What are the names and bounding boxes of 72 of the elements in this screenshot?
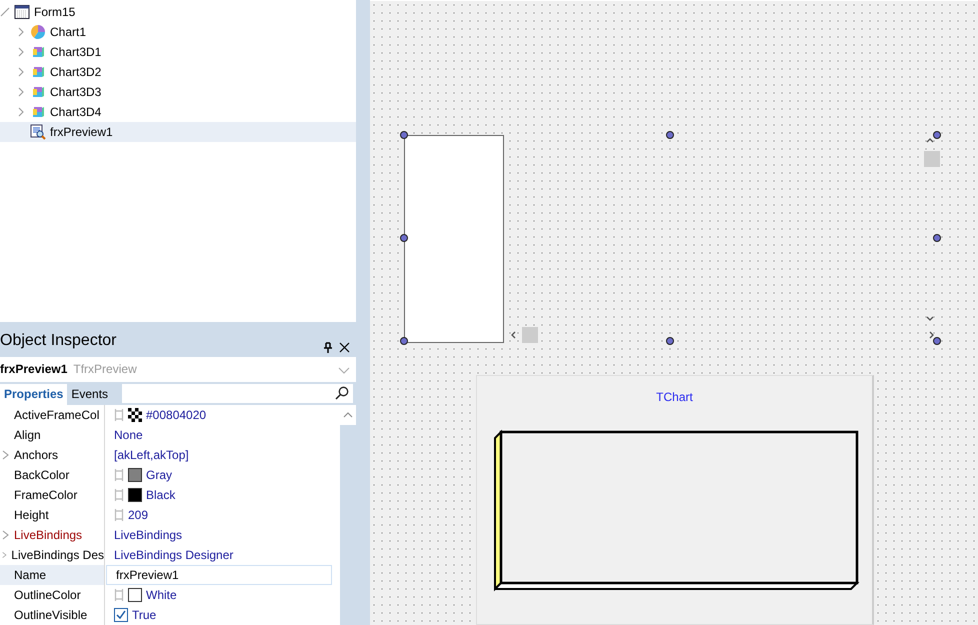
panel-title: Object Inspector <box>0 330 116 351</box>
selection-handle[interactable] <box>933 131 941 139</box>
chart-3d-icon <box>30 44 46 60</box>
property-editor-icon[interactable] <box>114 468 124 482</box>
tree-item[interactable]: Chart3D1 <box>0 42 356 62</box>
property-name[interactable]: BackColor <box>0 464 104 485</box>
property-value: Black <box>146 486 176 504</box>
property-name[interactable]: ActiveFrameCol <box>0 404 104 425</box>
property-name[interactable]: OutlineVisible <box>0 604 104 625</box>
property-editor-icon[interactable] <box>114 588 124 602</box>
scroll-left-icon[interactable] <box>511 332 516 338</box>
property-value: 209 <box>128 506 148 524</box>
tree-item[interactable]: Form15 <box>0 2 356 22</box>
selection-handle[interactable] <box>400 234 408 242</box>
property-name[interactable]: Height <box>0 504 104 525</box>
pie-chart-icon <box>30 24 46 40</box>
selection-handle[interactable] <box>400 337 408 345</box>
chart-3d-icon <box>30 64 46 80</box>
form-window-icon <box>14 4 30 20</box>
scroll-thumb[interactable] <box>522 327 538 343</box>
property-editor-icon[interactable] <box>114 408 124 422</box>
property-value: White <box>146 586 177 604</box>
selection-handle[interactable] <box>666 131 674 139</box>
property-value: [akLeft,akTop] <box>114 446 189 464</box>
collapse-icon[interactable] <box>0 7 10 17</box>
preview-magnifier-icon <box>30 124 46 140</box>
property-name[interactable]: LiveBindings <box>0 524 104 545</box>
property-name[interactable]: FrameColor <box>0 484 104 505</box>
selection-handle[interactable] <box>933 337 941 345</box>
property-editor-icon[interactable] <box>114 488 124 502</box>
object-selector[interactable]: frxPreview1 TfrxPreview <box>0 356 356 382</box>
search-field[interactable] <box>122 384 353 403</box>
pin-icon[interactable] <box>323 342 333 353</box>
property-value-field[interactable]: frxPreview1 <box>106 564 332 585</box>
selection-handle[interactable] <box>933 234 941 242</box>
checkered-swatch-icon <box>128 408 142 422</box>
selection-handle[interactable] <box>666 337 674 345</box>
chart-title: TChart <box>655 389 694 406</box>
property-value: LiveBindings <box>114 526 182 544</box>
search-icon <box>335 386 349 400</box>
scrollbar[interactable] <box>340 404 356 625</box>
property-name[interactable]: Anchors <box>0 444 104 465</box>
scroll-thumb[interactable] <box>924 151 940 167</box>
scroll-down-icon[interactable] <box>926 316 934 321</box>
expand-icon[interactable] <box>2 450 10 460</box>
tree-item[interactable]: Chart1 <box>0 22 356 42</box>
property-name[interactable]: Name <box>0 564 104 585</box>
property-value: Gray <box>146 466 172 484</box>
property-value: None <box>114 426 143 444</box>
tree-item[interactable]: frxPreview1 <box>0 122 356 142</box>
tree-item[interactable]: Chart3D3 <box>0 82 356 102</box>
property-name[interactable]: OutlineColor <box>0 584 104 605</box>
selection-handle[interactable] <box>400 131 408 139</box>
expand-icon[interactable] <box>2 530 10 540</box>
chart-3d-icon <box>30 84 46 100</box>
chart-3d-icon <box>30 104 46 120</box>
property-value: LiveBindings Designer <box>114 546 234 564</box>
property-name[interactable]: Align <box>0 424 104 445</box>
tree-item[interactable]: Chart3D4 <box>0 102 356 122</box>
inspector-tab[interactable]: Properties <box>0 384 68 405</box>
property-value: #00804020 <box>146 406 206 424</box>
expand-icon[interactable] <box>2 550 8 560</box>
property-name[interactable]: LiveBindings Des <box>0 544 104 565</box>
tree-item[interactable]: Chart3D2 <box>0 62 356 82</box>
checkbox[interactable] <box>114 608 128 622</box>
property-editor-icon[interactable] <box>114 508 124 522</box>
scroll-up-icon[interactable] <box>926 138 934 142</box>
scroll-right-icon[interactable] <box>930 332 934 338</box>
chart-panel[interactable]: TChart <box>476 375 874 625</box>
property-value: True <box>132 606 156 624</box>
scroll-up-icon[interactable] <box>343 412 353 418</box>
close-icon[interactable] <box>339 342 350 353</box>
